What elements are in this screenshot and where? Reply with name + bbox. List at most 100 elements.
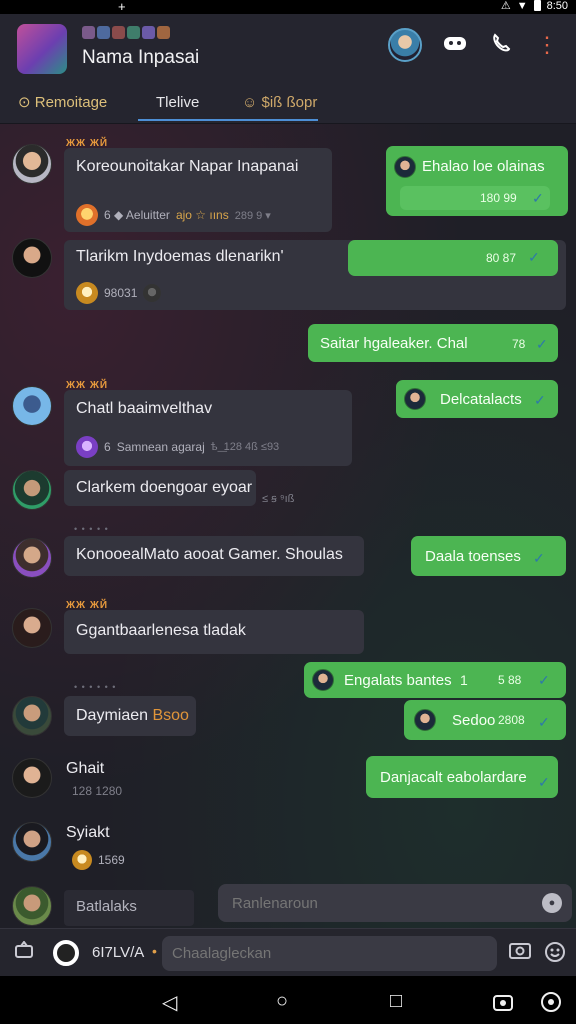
chat-title: Nama Inpasai (82, 47, 200, 68)
record-button[interactable] (53, 940, 79, 966)
message-text: Danjacalt eabolardare (380, 769, 527, 786)
outgoing-message[interactable]: Saitar hgaleaker. Chal 78 ✓ (308, 324, 558, 362)
message-count: 1 (460, 672, 468, 688)
member-avatar (157, 26, 170, 39)
status-icons: ⚠ ▼ 8:50 (501, 0, 568, 12)
outgoing-message[interactable]: Sedoo 2808 ✓ (404, 700, 566, 740)
outgoing-message[interactable]: Delcatalacts ✓ (396, 380, 558, 418)
message-text: Tlarikm Inydoemas dlenarikn' (76, 248, 284, 265)
incoming-message[interactable]: Chatl baaimvelthav 6 Samnean agaraj ѣ ͟ … (64, 390, 352, 466)
message-time: ≤ ꞩ ⁹ıß (262, 493, 295, 505)
home-icon[interactable]: ○ (276, 990, 288, 1013)
message-meta: 1569 (72, 850, 125, 870)
meta-time: 98031 (104, 286, 138, 300)
meta-text: ajo ☆ ııns (175, 208, 229, 222)
incoming-message[interactable]: Ggantbaarlenesa tladak (64, 610, 364, 654)
last-message-chip[interactable]: Batlalaks (64, 890, 194, 926)
sender-avatar (404, 388, 426, 410)
emoji-button-icon[interactable]: ● (542, 893, 562, 913)
tab-remoitage[interactable]: ⊙ Remoitage (18, 91, 107, 121)
avatar[interactable] (12, 386, 52, 426)
camera-icon[interactable] (509, 941, 531, 964)
member-avatar (112, 26, 125, 39)
phone-icon[interactable] (488, 32, 514, 58)
meta-text: 6 (104, 440, 111, 454)
avatar[interactable] (12, 822, 52, 862)
message-highlight: Bsoo (152, 707, 189, 724)
meta-text: Samnean agaraj (116, 440, 205, 454)
emoji-icon[interactable] (544, 941, 566, 968)
header-actions: ⋮ (388, 28, 560, 62)
composer-bar: 6I7LV/A • (0, 928, 576, 976)
message-text: Delcatalacts (440, 391, 522, 408)
reply-input[interactable] (218, 884, 572, 922)
screenshot-icon[interactable] (492, 992, 514, 1018)
meta-time: 1569 (98, 853, 125, 867)
outgoing-message[interactable]: Engalats bantes 1 5 88 ✓ (304, 662, 566, 698)
message-time: 180 99 (480, 191, 517, 205)
incoming-message[interactable]: Koreounoitakar Napar Inapanai 6 ◆ Aeluit… (64, 148, 332, 232)
sender-avatar (414, 709, 436, 731)
outgoing-message[interactable]: Danjacalt eabolardare ✓ (366, 756, 558, 798)
avatar[interactable] (12, 144, 52, 184)
message-text: Daala toenses (425, 548, 521, 565)
incoming-message[interactable]: Clarkem doengoar eyoar (64, 470, 256, 506)
message-text: Engalats bantes (344, 672, 452, 689)
read-check-icon: ✓ (538, 714, 550, 730)
reply-row: Batlalaks ● (0, 880, 576, 928)
sender-name: Syiakt (66, 824, 110, 841)
attach-icon[interactable] (14, 940, 34, 964)
message-text: Ggantbaarlenesa tladak (76, 622, 246, 639)
outgoing-message[interactable]: Ehalao loe olainas 180 99 ✓ (386, 146, 568, 216)
assistant-icon[interactable] (540, 991, 562, 1019)
composer-label: 6I7LV/A (92, 944, 145, 961)
message-time: 5 88 (498, 673, 522, 687)
avatar[interactable] (12, 608, 52, 648)
member-avatars (82, 26, 170, 39)
avatar[interactable] (12, 696, 52, 736)
incoming-message[interactable]: KonooealMato aooat Gamer. Shoulas (64, 536, 364, 576)
reaction-emoji-icon[interactable] (76, 282, 98, 304)
sender-avatar (312, 669, 334, 691)
game-controller-icon[interactable] (442, 34, 468, 56)
status-bar: + ⚠ ▼ 8:50 (0, 0, 576, 14)
avatar[interactable] (12, 238, 52, 278)
sender-avatar (394, 156, 416, 178)
more-icon[interactable]: ⋮ (534, 34, 560, 56)
member-avatar (97, 26, 110, 39)
message-text: KonooealMato aooat Gamer. Shoulas (76, 546, 343, 563)
message-text: Sedoo (452, 712, 496, 729)
back-icon[interactable]: ◁ (162, 990, 177, 1015)
message-input[interactable] (162, 936, 497, 971)
group-avatar[interactable] (17, 24, 67, 74)
message-text: Ehalao loe olainas (422, 158, 545, 175)
message-time: 78 (512, 337, 526, 351)
read-check-icon: ✓ (533, 550, 545, 566)
message-meta: 6 ◆ Aeluitter ajo ☆ ııns 289 9 ▾ (76, 204, 271, 226)
outgoing-message[interactable]: 80 87 ✓ (348, 240, 558, 276)
avatar[interactable] (12, 470, 52, 510)
system-nav-bar: ◁ ○ □ (0, 976, 576, 1024)
wifi-icon: ▼ (516, 0, 528, 12)
avatar[interactable] (12, 538, 52, 578)
divider-text: • • • • • (74, 524, 109, 534)
avatar[interactable] (12, 758, 52, 798)
tab-third[interactable]: ☺ $iß ßopr (242, 91, 317, 121)
battery-icon (533, 0, 541, 11)
reaction-emoji-icon[interactable] (76, 204, 98, 226)
message-list[interactable]: ЖЖ ЖЙ Koreounoitakar Napar Inapanai 6 ◆ … (0, 124, 576, 928)
notification-icon: ⚠ (500, 0, 511, 12)
incoming-message[interactable]: Daymiaen Bsoo (64, 696, 196, 736)
reaction-emoji-icon[interactable] (72, 850, 92, 870)
recents-icon[interactable]: □ (390, 990, 402, 1013)
composer-arrow-icon: • (152, 943, 157, 959)
member-avatar (82, 26, 95, 39)
profile-avatar[interactable] (388, 28, 422, 62)
message-meta: 6 Samnean agaraj ѣ ͟ 128 4ß ≤93 (76, 436, 279, 458)
reaction-emoji-icon[interactable] (76, 436, 98, 458)
reaction-emoji-icon[interactable] (143, 284, 162, 302)
outgoing-message[interactable]: Daala toenses ✓ (411, 536, 566, 576)
message-time: 2808 (498, 713, 525, 727)
meta-time: 289 9 ▾ (234, 209, 271, 222)
member-avatar (127, 26, 140, 39)
